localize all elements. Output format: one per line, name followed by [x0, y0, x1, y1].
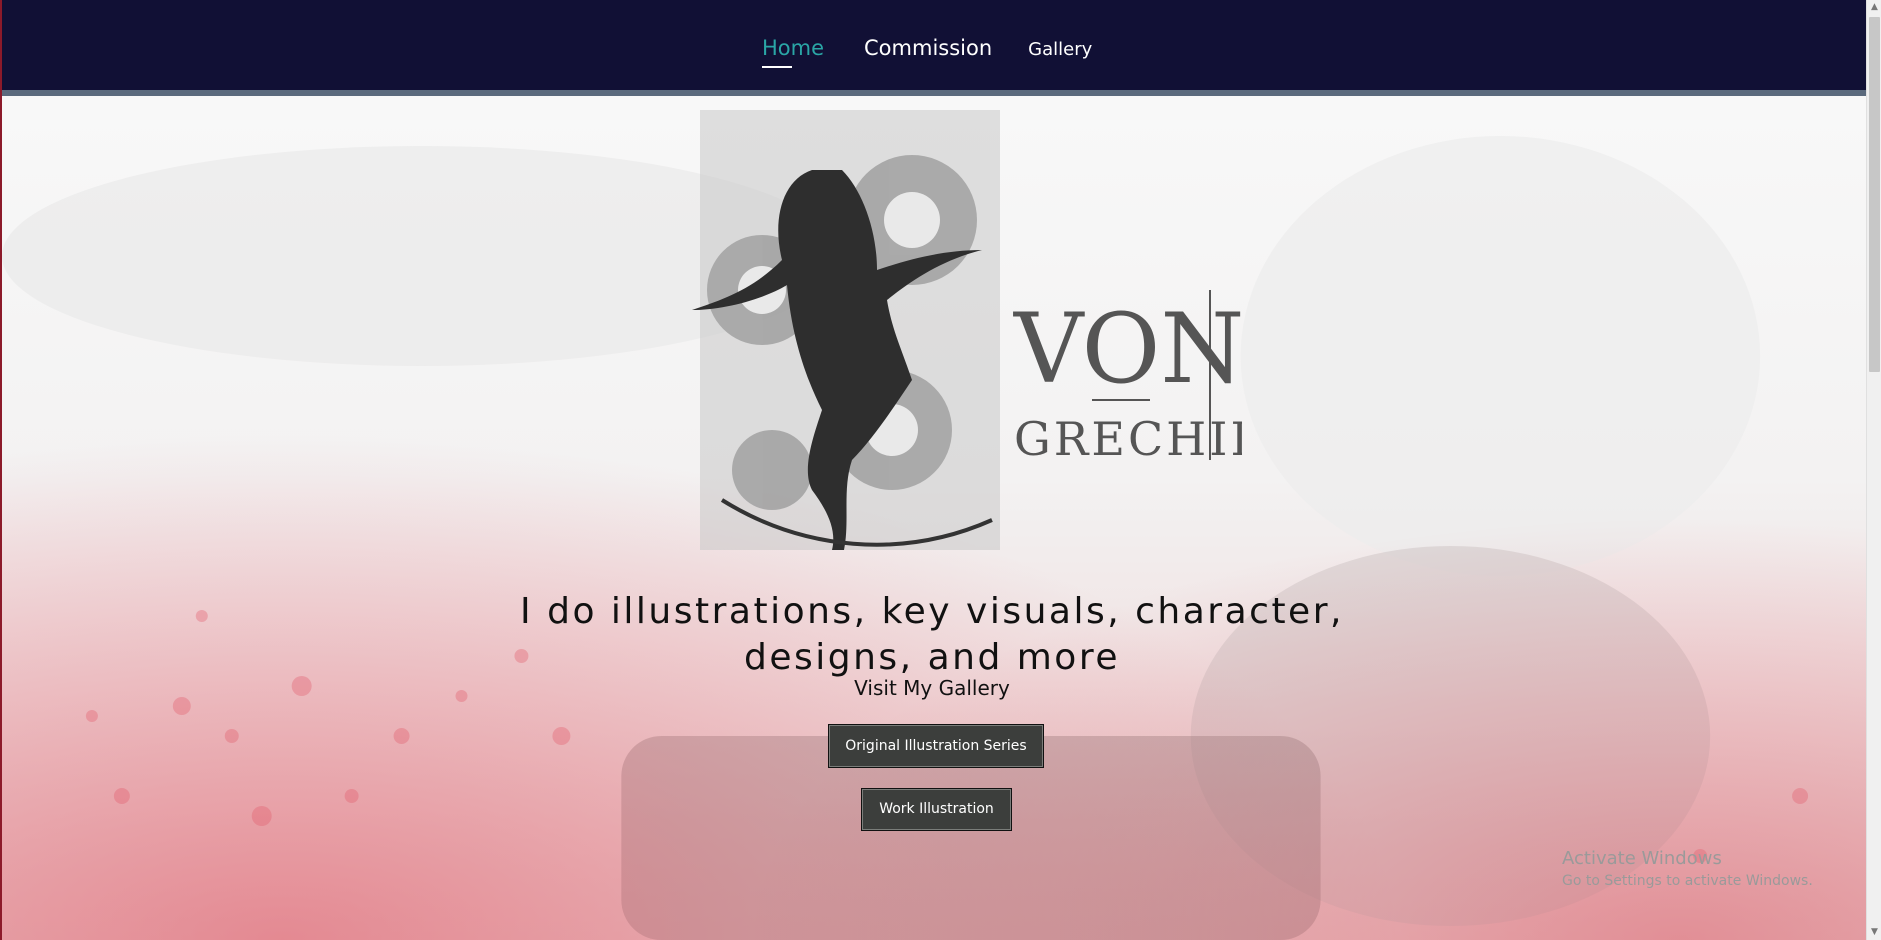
tagline-line-1: I do illustrations, key visuals, charact… [520, 591, 1344, 633]
main-nav: Home Commission Gallery [762, 36, 1092, 68]
nav-commission[interactable]: Commission [864, 36, 992, 60]
windows-activation-watermark: Activate Windows Go to Settings to activ… [1562, 848, 1813, 889]
watermark-subtitle: Go to Settings to activate Windows. [1562, 873, 1813, 889]
page: Home Commission Gallery VON GRECHII I do… [0, 0, 1866, 940]
scroll-up-arrow-icon[interactable]: ▲ [1867, 0, 1881, 15]
nav-gallery[interactable]: Gallery [1028, 39, 1092, 60]
nav-home[interactable]: Home [762, 36, 824, 68]
watermark-title: Activate Windows [1562, 848, 1722, 869]
scrollbar-thumb[interactable] [1869, 17, 1880, 372]
hero-tagline: I do illustrations, key visuals, charact… [482, 589, 1382, 681]
logo-text-grechii: GRECHII [1014, 412, 1242, 466]
visit-gallery-label: Visit My Gallery [854, 676, 1010, 700]
original-illustration-series-button[interactable]: Original Illustration Series [828, 724, 1044, 768]
von-grechii-logo: VON GRECHII [692, 110, 1242, 550]
tagline-line-2: designs, and more [744, 637, 1120, 679]
scroll-down-arrow-icon[interactable]: ▼ [1867, 925, 1881, 940]
work-illustration-button[interactable]: Work Illustration [861, 788, 1012, 831]
logo-text-von: VON [1013, 293, 1242, 405]
site-header: Home Commission Gallery [2, 0, 1866, 96]
hero-section: VON GRECHII I do illustrations, key visu… [2, 96, 1866, 940]
vertical-scrollbar[interactable]: ▲ ▼ [1866, 0, 1881, 940]
